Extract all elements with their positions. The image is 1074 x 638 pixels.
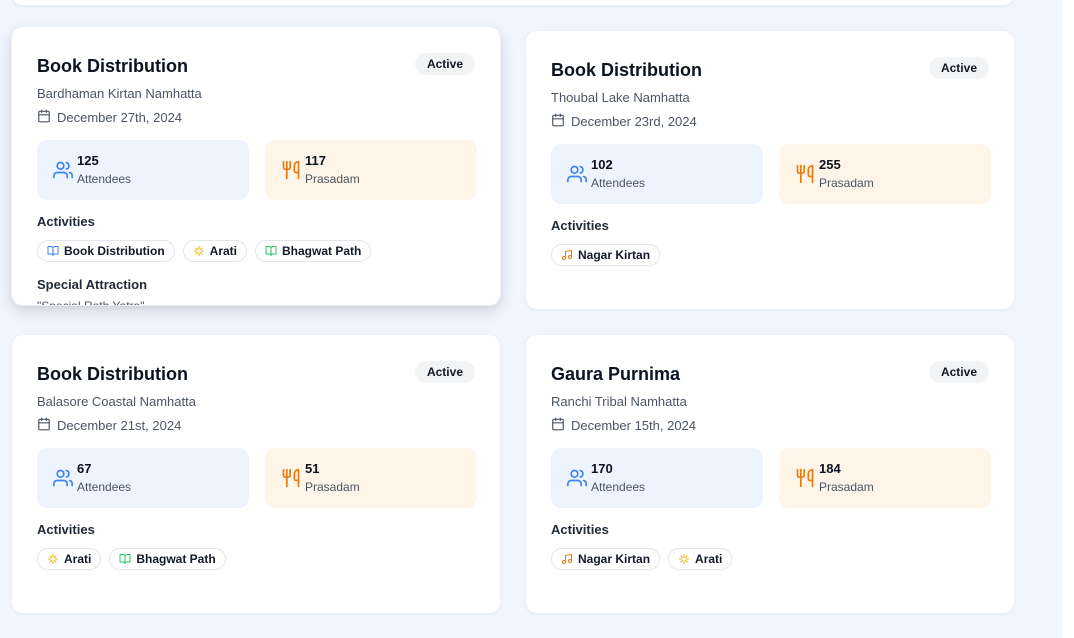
- attendees-count: 102: [591, 157, 613, 172]
- activity-chip-label: Nagar Kirtan: [578, 248, 651, 262]
- attendees-label: Attendees: [591, 480, 646, 494]
- users-icon: [49, 468, 77, 488]
- event-title: Book Distribution: [37, 56, 188, 76]
- namhatta-event-card[interactable]: Gaura Purnima Active Ranchi Tribal Namha…: [525, 334, 1015, 614]
- activity-chip: Nagar Kirtan: [551, 548, 661, 570]
- prasadam-count: 255: [819, 157, 841, 172]
- utensils-icon: [791, 467, 819, 489]
- event-title: Book Distribution: [37, 364, 188, 384]
- book-open-icon: [265, 245, 282, 257]
- event-date: December 21st, 2024: [37, 417, 181, 434]
- activity-chip-label: Book Distribution: [64, 244, 165, 258]
- attendees-stat: 102 Attendees: [551, 144, 763, 204]
- activity-chips: Nagar Kirtan Arati: [551, 548, 733, 570]
- activity-chip: Bhagwat Path: [255, 240, 372, 262]
- event-date: December 15th, 2024: [551, 417, 696, 434]
- calendar-icon: [551, 417, 571, 434]
- prasadam-stat: 255 Prasadam: [779, 144, 991, 204]
- activity-chip: Arati: [668, 548, 733, 570]
- activities-heading: Activities: [551, 522, 609, 537]
- namhatta-event-card[interactable]: Book Distribution Active Bardhaman Kirta…: [11, 26, 501, 306]
- attendees-label: Attendees: [77, 480, 132, 494]
- attendees-count: 125: [77, 153, 99, 168]
- attendees-label: Attendees: [591, 176, 646, 190]
- prasadam-count: 51: [305, 461, 320, 476]
- status-badge: Active: [928, 361, 989, 383]
- activity-chip-label: Arati: [209, 244, 238, 258]
- special-attraction-heading: Special Attraction: [37, 277, 148, 292]
- event-title: Gaura Purnima: [551, 364, 681, 384]
- status-badge: Active: [414, 53, 475, 75]
- music-icon: [561, 553, 578, 565]
- event-date-text: December 27th, 2024: [57, 110, 183, 125]
- attendees-label: Attendees: [77, 172, 132, 186]
- activity-chip: Arati: [37, 548, 102, 570]
- namhatta-name: Ranchi Tribal Namhatta: [551, 394, 687, 409]
- book-open-icon: [119, 553, 136, 565]
- activity-chips: Nagar Kirtan: [551, 244, 661, 266]
- event-date-text: December 15th, 2024: [571, 418, 697, 433]
- activity-chip-label: Bhagwat Path: [136, 552, 216, 566]
- status-badge: Active: [414, 361, 475, 383]
- prasadam-stat: 184 Prasadam: [779, 448, 991, 508]
- activity-chip-label: Bhagwat Path: [282, 244, 362, 258]
- event-date: December 27th, 2024: [37, 109, 182, 126]
- activity-chips: Book Distribution Arati Bhagwat Path: [37, 240, 372, 262]
- sparkles-icon: [678, 553, 695, 565]
- utensils-icon: [277, 467, 305, 489]
- activity-chip: Book Distribution: [37, 240, 175, 262]
- users-icon: [563, 164, 591, 184]
- status-badge: Active: [928, 57, 989, 79]
- utensils-icon: [277, 159, 305, 181]
- prasadam-label: Prasadam: [305, 172, 360, 186]
- previous-card-edge: [11, 0, 1015, 6]
- activity-chip-label: Arati: [64, 552, 92, 566]
- activity-chips: Arati Bhagwat Path: [37, 548, 226, 570]
- namhatta-name: Thoubal Lake Namhatta: [551, 90, 690, 105]
- activities-heading: Activities: [551, 218, 609, 233]
- attendees-stat: 67 Attendees: [37, 448, 249, 508]
- prasadam-label: Prasadam: [819, 480, 874, 494]
- prasadam-stat: 117 Prasadam: [265, 140, 477, 200]
- namhatta-name: Balasore Coastal Namhatta: [37, 394, 196, 409]
- event-date-text: December 21st, 2024: [57, 418, 182, 433]
- namhatta-event-card[interactable]: Book Distribution Active Thoubal Lake Na…: [525, 30, 1015, 310]
- calendar-icon: [37, 109, 57, 126]
- special-attraction-text: "Special Rath Yatra": [37, 299, 145, 306]
- activities-heading: Activities: [37, 214, 95, 229]
- activities-heading: Activities: [37, 522, 95, 537]
- event-date-text: December 23rd, 2024: [571, 114, 697, 129]
- calendar-icon: [37, 417, 57, 434]
- activity-chip-label: Nagar Kirtan: [578, 552, 651, 566]
- activity-chip: Arati: [182, 240, 248, 262]
- prasadam-label: Prasadam: [819, 176, 874, 190]
- namhatta-event-card[interactable]: Book Distribution Active Balasore Coasta…: [11, 334, 501, 614]
- prasadam-count: 184: [819, 461, 841, 476]
- sparkles-icon: [47, 553, 64, 565]
- users-icon: [49, 160, 77, 180]
- prasadam-count: 117: [305, 153, 326, 168]
- scrollbar-track[interactable]: [1062, 0, 1074, 638]
- activity-chip: Bhagwat Path: [109, 548, 226, 570]
- attendees-count: 67: [77, 461, 92, 476]
- prasadam-label: Prasadam: [305, 480, 360, 494]
- attendees-stat: 125 Attendees: [37, 140, 249, 200]
- prasadam-stat: 51 Prasadam: [265, 448, 477, 508]
- attendees-stat: 170 Attendees: [551, 448, 763, 508]
- event-date: December 23rd, 2024: [551, 113, 697, 130]
- utensils-icon: [791, 163, 819, 185]
- activity-chip: Nagar Kirtan: [551, 244, 661, 266]
- calendar-icon: [551, 113, 571, 130]
- activity-chip-label: Arati: [695, 552, 723, 566]
- book-icon: [47, 245, 64, 257]
- users-icon: [563, 468, 591, 488]
- sparkles-icon: [193, 245, 210, 257]
- music-icon: [561, 249, 578, 261]
- attendees-count: 170: [591, 461, 613, 476]
- namhatta-name: Bardhaman Kirtan Namhatta: [37, 86, 202, 101]
- event-title: Book Distribution: [551, 60, 702, 80]
